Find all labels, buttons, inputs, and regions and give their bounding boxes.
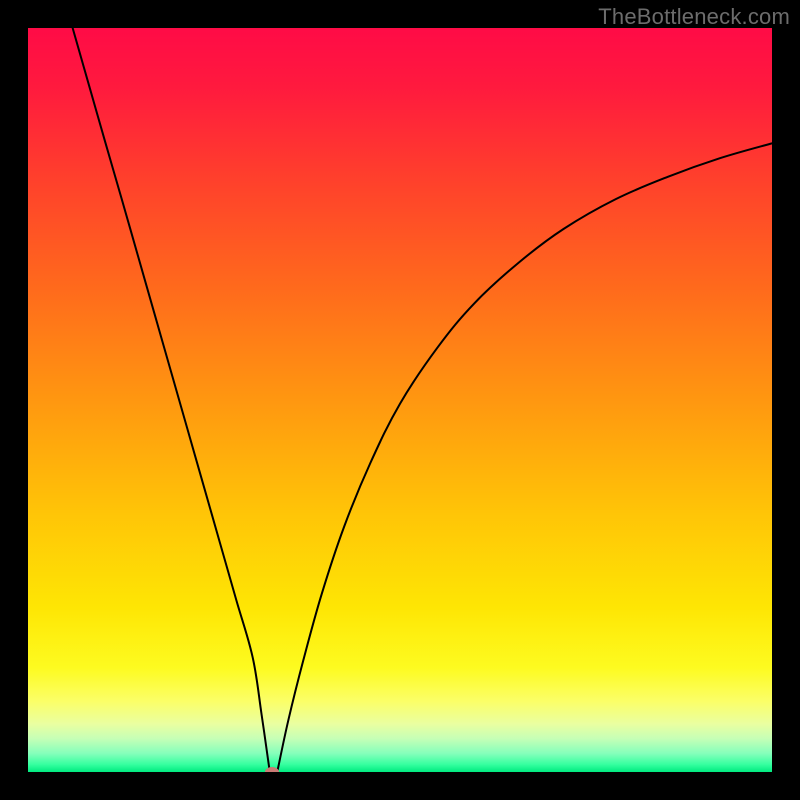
watermark-text: TheBottleneck.com — [598, 4, 790, 30]
plot-area — [28, 28, 772, 772]
bottleneck-curve — [28, 28, 772, 772]
chart-frame: TheBottleneck.com — [0, 0, 800, 800]
minimum-marker — [265, 767, 279, 772]
